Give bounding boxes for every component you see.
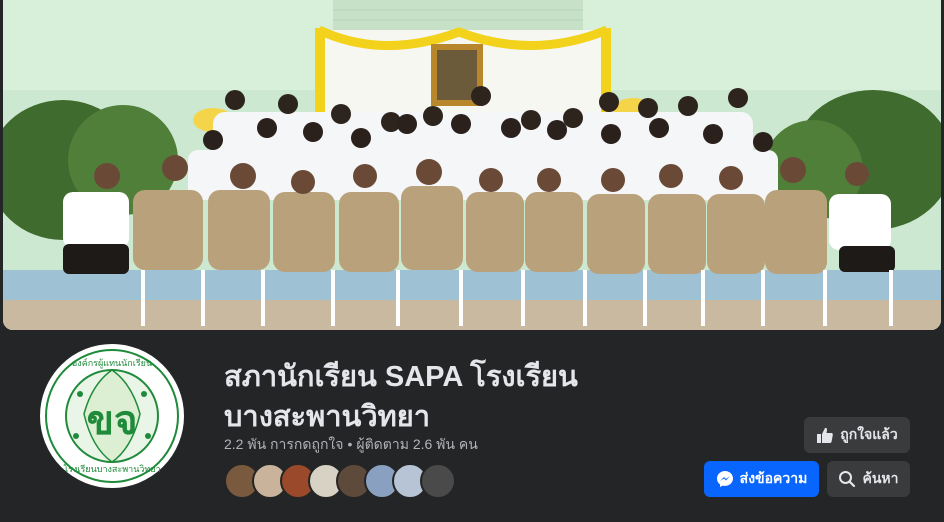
logo-bottom-text: โรงเรียนบางสะพานวิทยา [63, 465, 161, 475]
follower-avatar[interactable] [420, 463, 456, 499]
search-icon [838, 470, 856, 488]
page-stats: 2.2 พัน การกดถูกใจ • ผู้ติดตาม 2.6 พัน คน [224, 434, 478, 456]
likes-count[interactable]: 2.2 พัน การกดถูกใจ [224, 436, 343, 452]
cover-photo-image [3, 0, 941, 330]
liked-button[interactable]: ถูกใจแล้ว [804, 417, 910, 453]
search-button[interactable]: ค้นหา [827, 461, 910, 497]
profile-picture[interactable]: ขจ องค์กรผู้แทนนักเรียน โรงเรียนบางสะพาน… [36, 340, 188, 492]
search-label: ค้นหา [862, 470, 899, 486]
page-title: สภานักเรียน SAPA โรงเรียนบางสะพานวิทยา [224, 361, 578, 433]
stats-separator: • [347, 436, 353, 452]
followers-count[interactable]: ผู้ติดตาม 2.6 พัน คน [356, 436, 477, 452]
liked-button-label: ถูกใจแล้ว [840, 426, 898, 442]
logo-monogram: ขจ [86, 398, 138, 444]
messenger-icon [716, 470, 734, 488]
thumbs-up-icon [816, 426, 834, 444]
send-message-label: ส่งข้อความ [739, 470, 808, 486]
cover-photo[interactable] [3, 0, 941, 330]
logo-top-text: องค์กรผู้แทนนักเรียน [71, 359, 153, 369]
send-message-button[interactable]: ส่งข้อความ [704, 461, 819, 497]
